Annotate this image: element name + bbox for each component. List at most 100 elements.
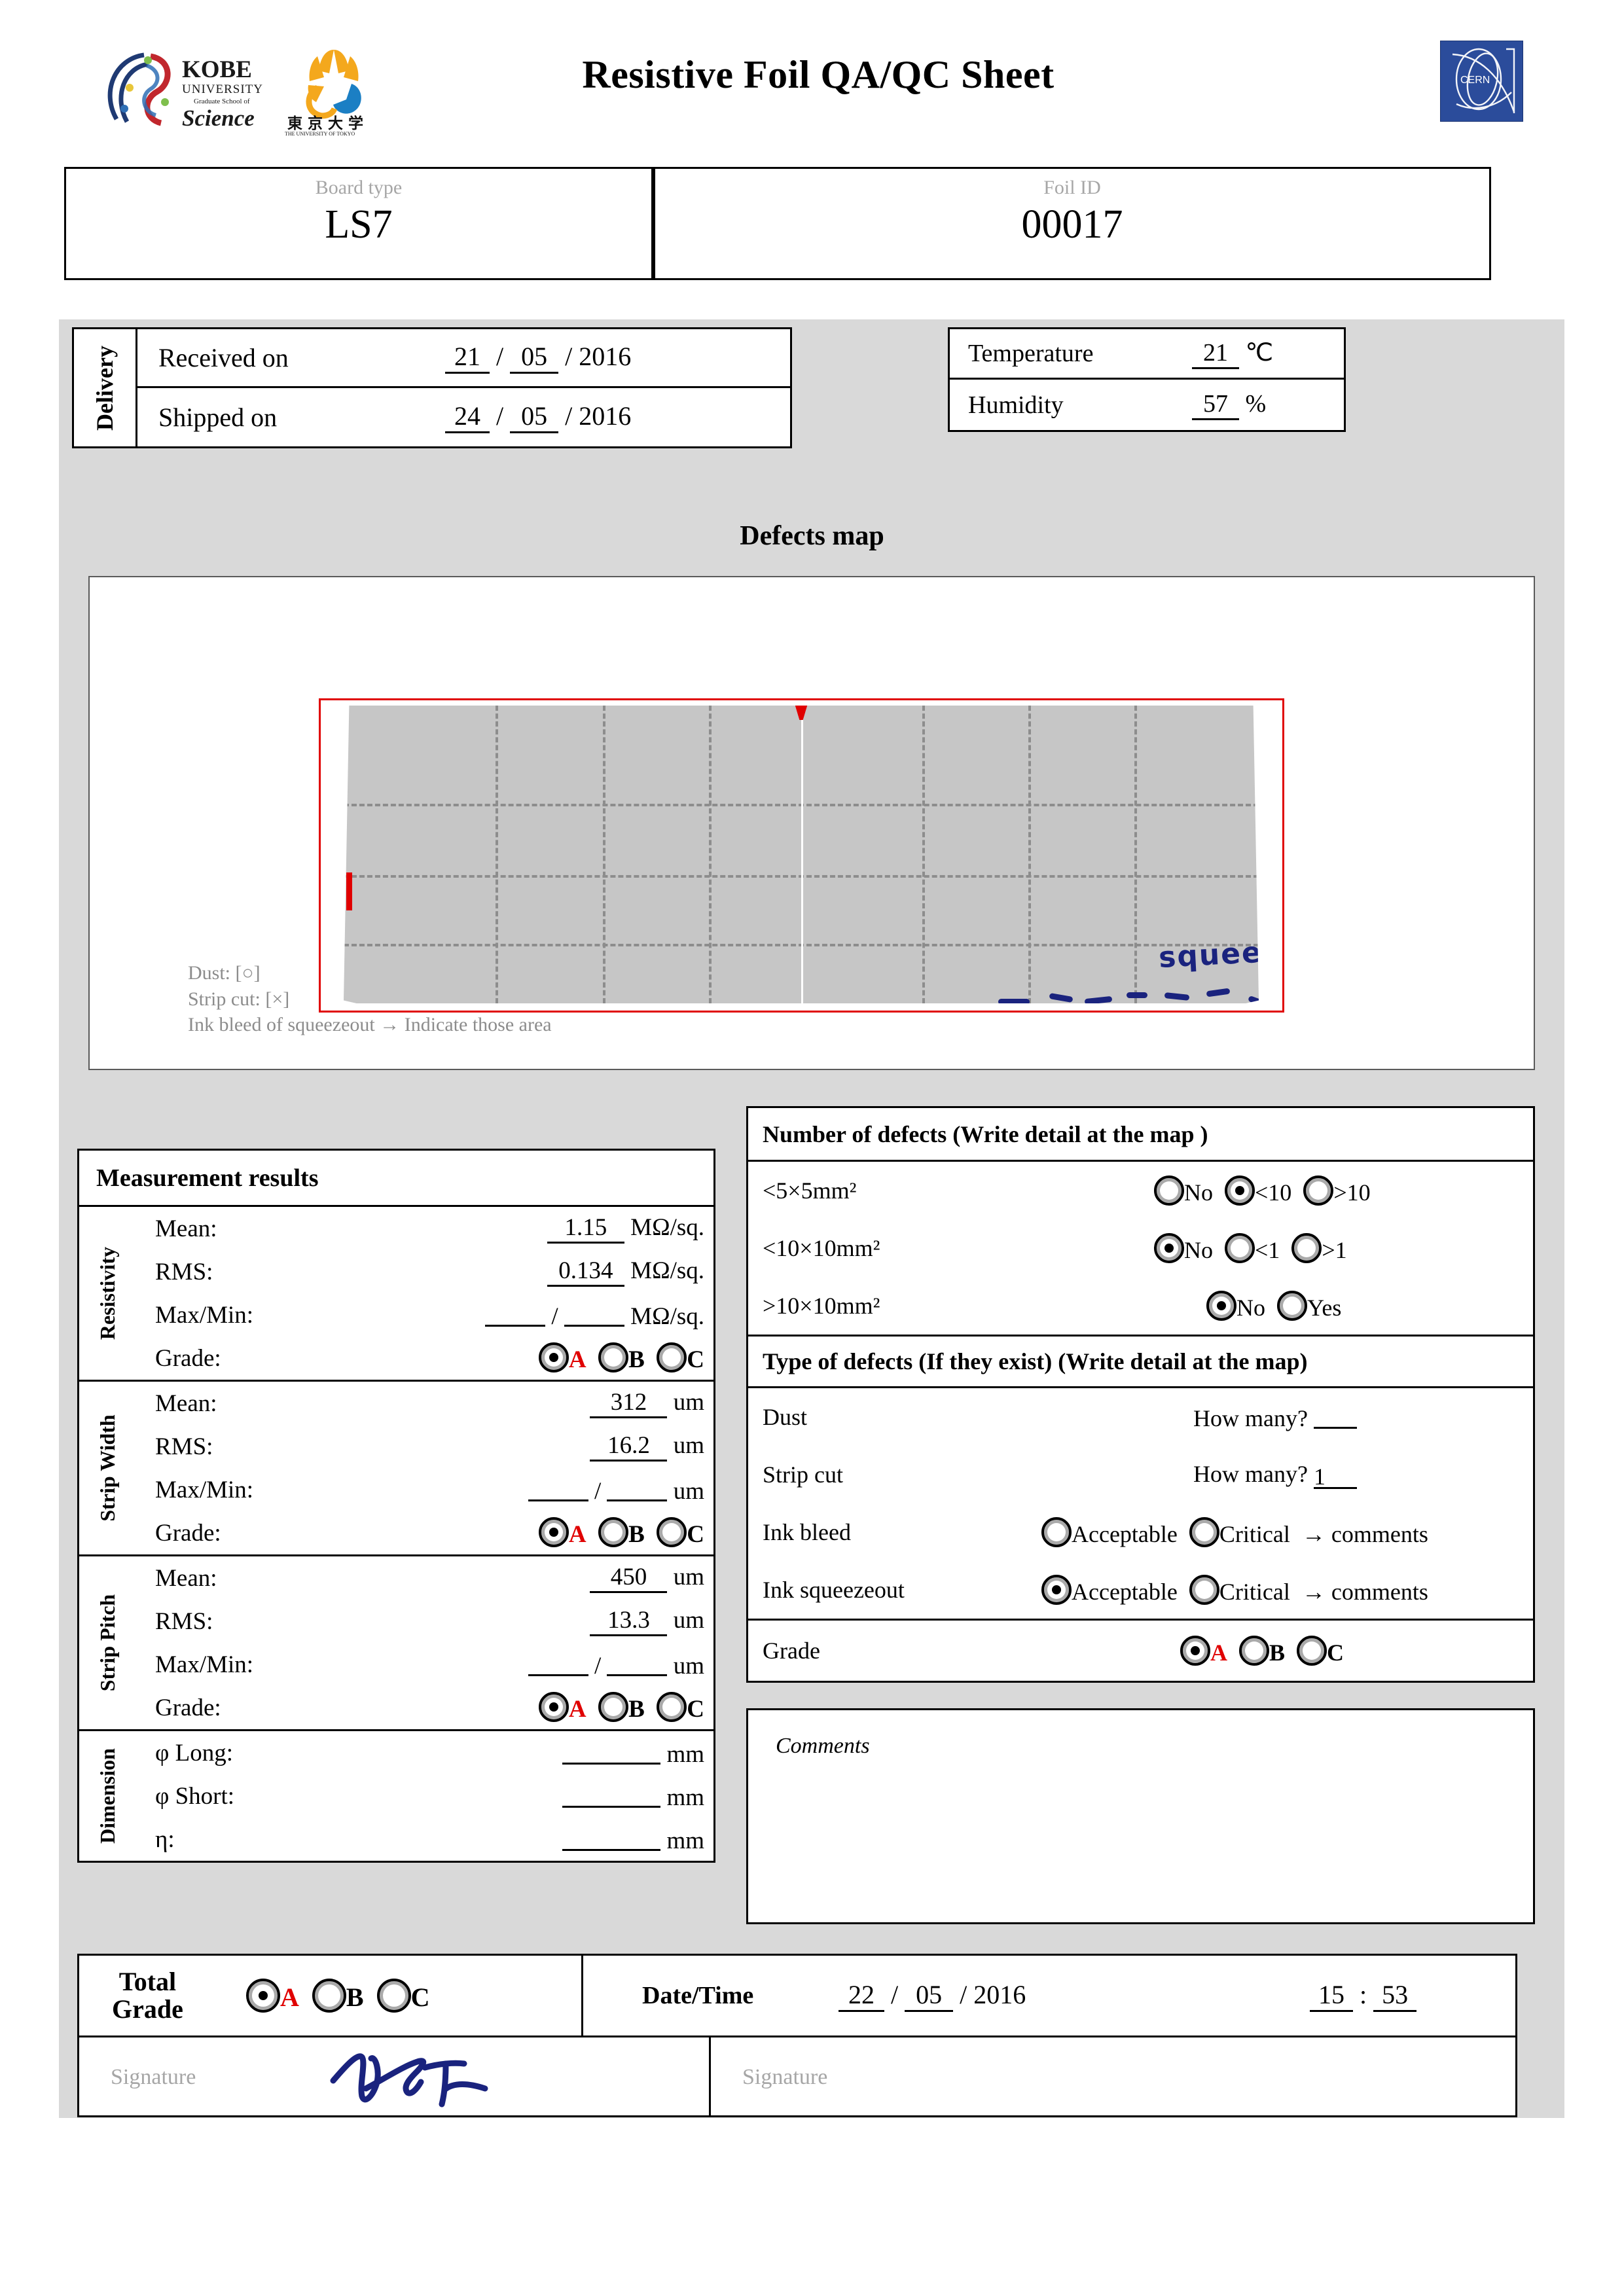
strip-pitch-mean-row[interactable]: Mean: 450 um (79, 1556, 713, 1600)
ink-bleed-critical-radio[interactable] (1189, 1516, 1219, 1547)
resistivity-min-value[interactable] (564, 1299, 624, 1327)
defects-map-box[interactable]: X squeezeout Dust: [○] Strip cut: [×] In… (88, 576, 1535, 1070)
defects-medium-no-radio[interactable] (1154, 1232, 1184, 1263)
strip-pitch-mean-value[interactable]: 450 (590, 1563, 668, 1593)
resistivity-maxmin-row[interactable]: Max/Min: / MΩ/sq. (79, 1293, 713, 1336)
defects-small-gt10-radio[interactable] (1303, 1175, 1334, 1206)
strip-width-grade-a-label: A (568, 1521, 586, 1548)
total-grade-c-radio[interactable] (376, 1979, 411, 2013)
ink-squeezeout-acceptable-radio[interactable] (1041, 1574, 1072, 1605)
delivery-received-row[interactable]: Received on 21 / 05 / 2016 (137, 329, 790, 388)
strip-pitch-grade-a-radio[interactable] (538, 1692, 569, 1722)
resistivity-rms-value[interactable]: 0.134 (547, 1257, 624, 1287)
strip-pitch-grade-row[interactable]: Grade: A B C (79, 1686, 713, 1729)
humidity-value[interactable]: 57 (1192, 389, 1239, 420)
strip-pitch-grade-b-radio[interactable] (598, 1692, 629, 1722)
total-grade-label-line1: Total (118, 1967, 177, 1996)
strip-pitch-mean-value-group: 450 um (590, 1563, 704, 1593)
defects-grade-row[interactable]: Grade A B C (748, 1619, 1533, 1681)
comments-label: Comments (776, 1734, 870, 1758)
strip-width-max-value[interactable] (528, 1474, 588, 1501)
strip-width-grade-row[interactable]: Grade: A B C (79, 1511, 713, 1554)
foil-id-box[interactable]: Foil ID 00017 (653, 167, 1491, 280)
shipped-day[interactable]: 24 (445, 401, 490, 434)
defects-small-no-radio[interactable] (1154, 1175, 1184, 1206)
strip-width-rms-row[interactable]: RMS: 16.2 um (79, 1425, 713, 1468)
dimension-short-value[interactable] (562, 1780, 661, 1808)
resistivity-grade-row[interactable]: Grade: A B C (79, 1336, 713, 1380)
ink-squeezeout-critical-radio[interactable] (1189, 1574, 1219, 1605)
footer-time-hour[interactable]: 15 (1310, 1979, 1353, 2012)
foil-area[interactable]: X squeezeout (344, 706, 1259, 1003)
dimension-long-row[interactable]: φ Long: mm (79, 1731, 713, 1774)
defects-medium-label: <10×10mm² (763, 1235, 880, 1261)
received-month[interactable]: 05 (510, 341, 559, 374)
total-grade-b-label: B (346, 1982, 364, 2012)
total-grade-b-radio[interactable] (312, 1979, 346, 2013)
type-ink-squeezeout-row[interactable]: Ink squeezeout Acceptable Critical → com… (748, 1561, 1533, 1619)
strip-pitch-maxmin-row[interactable]: Max/Min: / um (79, 1643, 713, 1686)
resistivity-max-value[interactable] (485, 1299, 546, 1327)
measurement-group-dimension: Dimension φ Long: mm φ Short: mm η: mm (79, 1731, 713, 1861)
dimension-eta-row[interactable]: η: mm (79, 1818, 713, 1861)
resistivity-grade-a-radio[interactable] (538, 1342, 569, 1372)
resistivity-mean-value[interactable]: 1.15 (547, 1213, 624, 1244)
strip-width-grade-c-radio[interactable] (657, 1517, 687, 1547)
strip-width-maxmin-label: Max/Min: (155, 1476, 254, 1503)
footer-date-day[interactable]: 22 (839, 1979, 884, 2012)
dimension-short-row[interactable]: φ Short: mm (79, 1774, 713, 1818)
defects-row-large[interactable]: >10×10mm² No Yes (748, 1277, 1533, 1335)
strip-width-grade-a-radio[interactable] (538, 1517, 569, 1547)
shipped-month[interactable]: 05 (510, 401, 559, 434)
signature-label-right: Signature (742, 2065, 828, 2089)
defects-grade-a-radio[interactable] (1180, 1635, 1210, 1666)
defects-large-yes-radio[interactable] (1277, 1290, 1307, 1321)
footer-time-minute[interactable]: 53 (1373, 1979, 1417, 2012)
strip-pitch-min-value[interactable] (607, 1649, 668, 1676)
strip-width-rms-value[interactable]: 16.2 (590, 1431, 668, 1462)
type-dust-row[interactable]: Dust How many? (748, 1388, 1533, 1446)
resistivity-rms-row[interactable]: RMS: 0.134 MΩ/sq. (79, 1250, 713, 1293)
strip-pitch-rms-row[interactable]: RMS: 13.3 um (79, 1600, 713, 1643)
type-strip-cut-row[interactable]: Strip cut How many? 1 (748, 1446, 1533, 1503)
strip-width-mean-value[interactable]: 312 (590, 1388, 668, 1418)
strip-width-grade-b-radio[interactable] (598, 1517, 629, 1547)
page-title: Resistive Foil QA/QC Sheet (582, 53, 1055, 96)
total-grade-a-radio[interactable] (246, 1979, 280, 2013)
received-day[interactable]: 21 (445, 341, 490, 374)
signature-cell-right[interactable]: Signature (711, 2037, 1515, 2115)
comments-box[interactable]: Comments (746, 1708, 1535, 1924)
humidity-row[interactable]: Humidity 57 % (950, 380, 1344, 430)
strip-pitch-max-value[interactable] (528, 1649, 588, 1676)
strip-width-mean-row[interactable]: Mean: 312 um (79, 1382, 713, 1425)
defects-grade-c-radio[interactable] (1297, 1635, 1327, 1666)
signature-cell-left[interactable]: Signature (79, 2037, 711, 2115)
strip-width-maxmin-row[interactable]: Max/Min: / um (79, 1468, 713, 1511)
defects-medium-lt1-radio[interactable] (1225, 1232, 1255, 1263)
dimension-long-value[interactable] (562, 1737, 661, 1765)
resistivity-grade-b-radio[interactable] (598, 1342, 629, 1372)
type-ink-bleed-row[interactable]: Ink bleed Acceptable Critical → comments (748, 1503, 1533, 1561)
strip-cut-count-value[interactable]: 1 (1313, 1463, 1357, 1490)
strip-pitch-rms-value[interactable]: 13.3 (590, 1606, 668, 1636)
resistivity-mean-row[interactable]: Mean: 1.15 MΩ/sq. (79, 1207, 713, 1250)
board-type-box[interactable]: Board type LS7 (64, 167, 653, 280)
defects-small-lt10-radio[interactable] (1225, 1175, 1255, 1206)
delivery-shipped-row[interactable]: Shipped on 24 / 05 / 2016 (137, 388, 790, 447)
defects-grade-b-radio[interactable] (1239, 1635, 1269, 1666)
dimension-eta-value[interactable] (562, 1823, 661, 1851)
measurement-group-strip-pitch: Strip Pitch Mean: 450 um RMS: 13.3 um Ma… (79, 1556, 713, 1731)
resistivity-grade-c-radio[interactable] (657, 1342, 687, 1372)
defects-row-small[interactable]: <5×5mm² No <10 >10 (748, 1162, 1533, 1219)
temperature-row[interactable]: Temperature 21 ℃ (950, 329, 1344, 380)
strip-width-min-value[interactable] (607, 1474, 668, 1501)
defects-row-medium[interactable]: <10×10mm² No <1 >1 (748, 1219, 1533, 1277)
temperature-value[interactable]: 21 (1192, 338, 1239, 369)
ink-bleed-acceptable-radio[interactable] (1041, 1516, 1072, 1547)
strip-width-mean-unit: um (673, 1389, 704, 1416)
strip-pitch-grade-c-radio[interactable] (657, 1692, 687, 1722)
defects-large-no-radio[interactable] (1206, 1290, 1236, 1321)
dust-count-value[interactable] (1313, 1402, 1357, 1429)
footer-date-month[interactable]: 05 (905, 1979, 954, 2012)
defects-medium-gt1-radio[interactable] (1291, 1232, 1322, 1263)
